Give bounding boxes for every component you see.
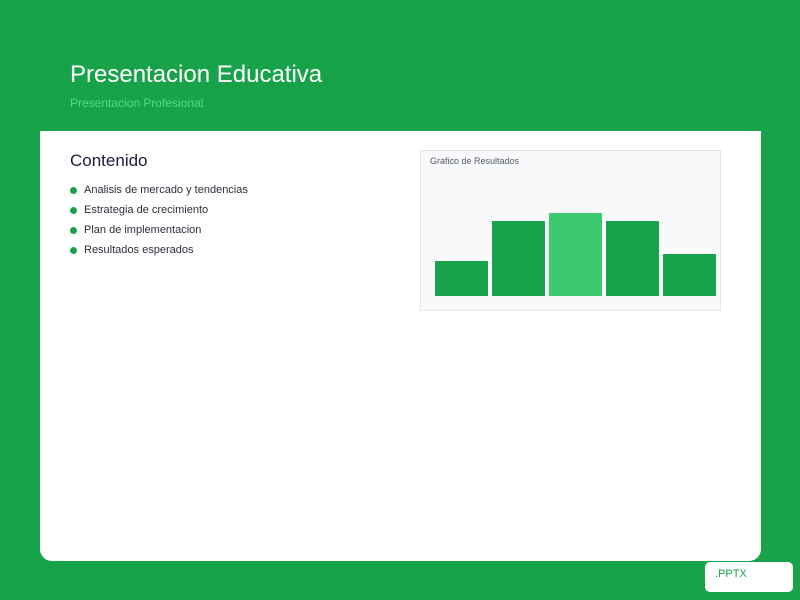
list-item-text: Analisis de mercado y tendencias: [84, 184, 248, 196]
slide-subtitle: Presentacion Profesional: [70, 96, 204, 110]
bullet-dot-icon: [70, 186, 77, 194]
list-item-text: Resultados esperados: [84, 244, 194, 256]
chart-bar: [606, 221, 659, 296]
bullet-dot-icon: [70, 246, 77, 254]
chart-bar: [435, 261, 488, 296]
bullet-dot-icon: [70, 226, 77, 234]
slide-title: Presentacion Educativa: [70, 61, 323, 88]
chart-plot: [435, 213, 716, 296]
content-card: Contenido Analisis de mercado y tendenci…: [40, 131, 761, 561]
chart-bar: [663, 254, 716, 296]
list-item: Plan de implementacion: [70, 220, 390, 240]
file-type-badge: .PPTX: [705, 562, 793, 592]
list-item: Analisis de mercado y tendencias: [70, 180, 390, 200]
bullet-list: Analisis de mercado y tendencias Estrate…: [70, 180, 390, 260]
list-item: Estrategia de crecimiento: [70, 200, 390, 220]
chart-bar: [492, 221, 545, 296]
results-chart: Grafico de Resultados: [420, 150, 721, 311]
file-type-label: .PPTX: [715, 568, 747, 580]
list-item: Resultados esperados: [70, 240, 390, 260]
slide-header: Presentacion Educativa Presentacion Prof…: [70, 60, 322, 110]
bullet-dot-icon: [70, 206, 77, 214]
list-item-text: Estrategia de crecimiento: [84, 204, 209, 216]
contents-heading: Contenido: [70, 151, 148, 170]
contents-section: Contenido Analisis de mercado y tendenci…: [70, 151, 390, 260]
list-item-text: Plan de implementacion: [84, 224, 202, 236]
chart-bar: [549, 213, 602, 296]
